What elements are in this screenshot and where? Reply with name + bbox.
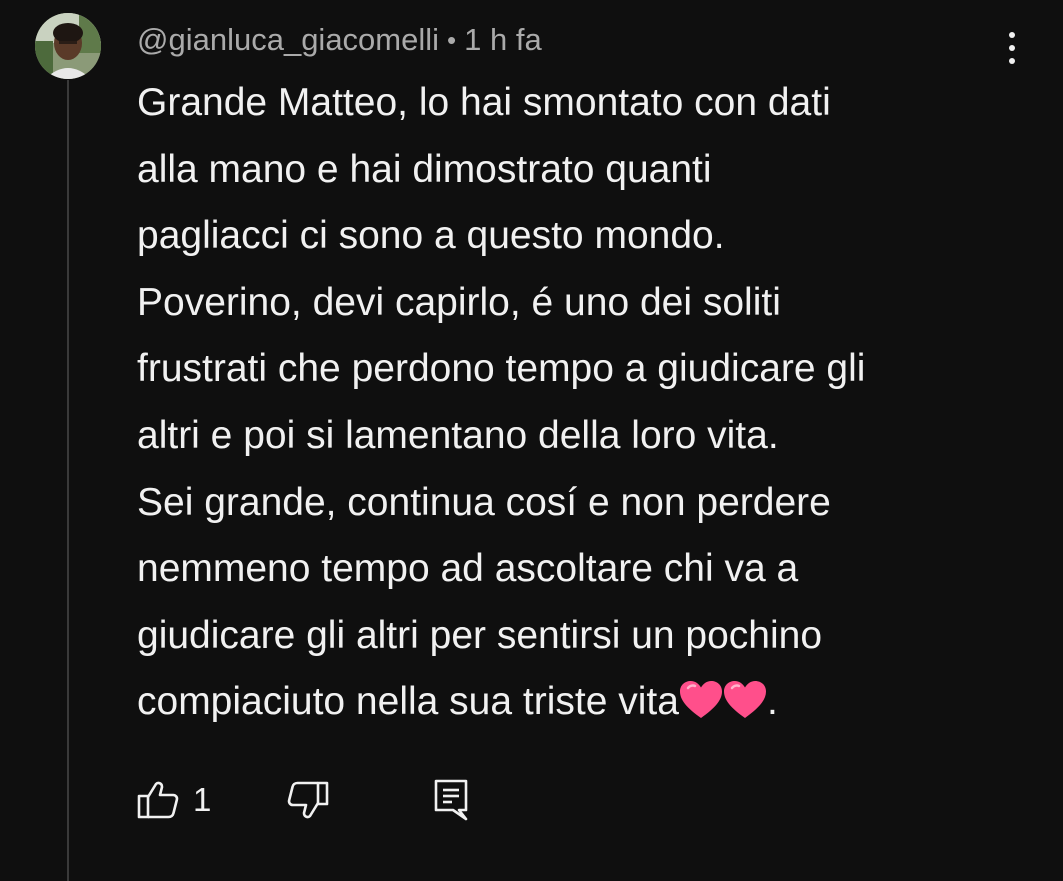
comment-actions: 1 [137, 775, 469, 825]
thumb-down-icon [288, 781, 329, 819]
thumb-up-icon [137, 781, 179, 819]
pink-heart-emoji-icon [723, 681, 766, 719]
avatar-image [35, 13, 101, 79]
user-avatar[interactable] [35, 13, 101, 79]
comment-line: Poverino, devi capirlo, é uno dei soliti [137, 280, 781, 324]
comment-line: altri e poi si lamentano della loro vita… [137, 413, 779, 457]
comment-line: nemmeno tempo ad ascoltare chi va a [137, 547, 799, 591]
comment-header: @gianluca_giacomelli • 1 h fa [137, 20, 542, 60]
comment-timestamp[interactable]: 1 h fa [464, 22, 542, 58]
more-options-button[interactable] [994, 24, 1030, 72]
comment-end-punctuation: . [766, 680, 778, 724]
more-vert-icon [1009, 32, 1015, 38]
dislike-button[interactable] [287, 780, 329, 820]
like-count: 1 [193, 781, 212, 818]
comment-last-line: compiaciuto nella sua triste vita. [137, 669, 1037, 736]
comment-line: Sei grande, continua cosí e non perdere [137, 480, 831, 524]
comment-line: giudicare gli altri per sentirsi un poch… [137, 613, 823, 657]
comment-line: alla mano e hai dimostrato quanti [137, 147, 712, 191]
header-separator: • [447, 24, 457, 55]
comment-line: frustrati che perdono tempo a giudicare … [137, 347, 866, 391]
comment-line: compiaciuto nella sua triste vita [137, 680, 679, 724]
comment-text: Grande Matteo, lo hai smontato con dati … [137, 70, 1037, 736]
author-name[interactable]: @gianluca_giacomelli [137, 22, 439, 58]
pink-heart-emoji-icon [679, 681, 722, 719]
comment-line: pagliacci ci sono a questo mondo. [137, 214, 725, 258]
reply-button[interactable] [433, 778, 469, 822]
thread-line [67, 80, 69, 881]
reply-comment-icon [435, 779, 468, 821]
like-button[interactable]: 1 [137, 780, 211, 820]
comment-line: Grande Matteo, lo hai smontato con dati [137, 81, 831, 124]
